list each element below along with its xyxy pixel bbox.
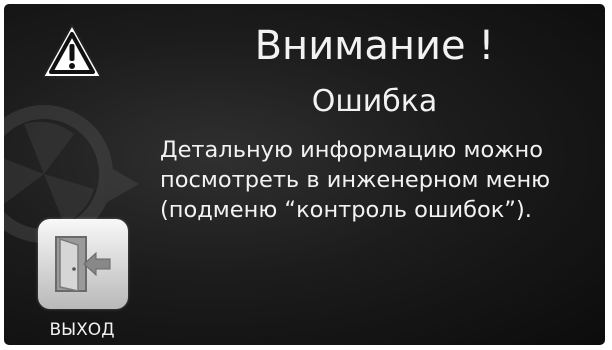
dialog-title: Внимание !	[254, 23, 495, 69]
error-message: Детальную информацию можно посмотреть в …	[160, 135, 600, 225]
exit-button-label[interactable]: ВЫХОД	[26, 320, 138, 340]
dialog-subtitle: Ошибка	[311, 84, 438, 119]
exit-button[interactable]	[38, 219, 128, 309]
message-line: Детальную информацию можно	[160, 137, 543, 163]
message-line: посмотреть в инженерном меню	[160, 167, 551, 193]
error-dialog-screen: Внимание ! Ошибка Детальную информацию м…	[4, 4, 605, 345]
exit-door-icon	[55, 236, 111, 292]
message-line: (подменю “контроль ошибок”).	[160, 197, 532, 223]
